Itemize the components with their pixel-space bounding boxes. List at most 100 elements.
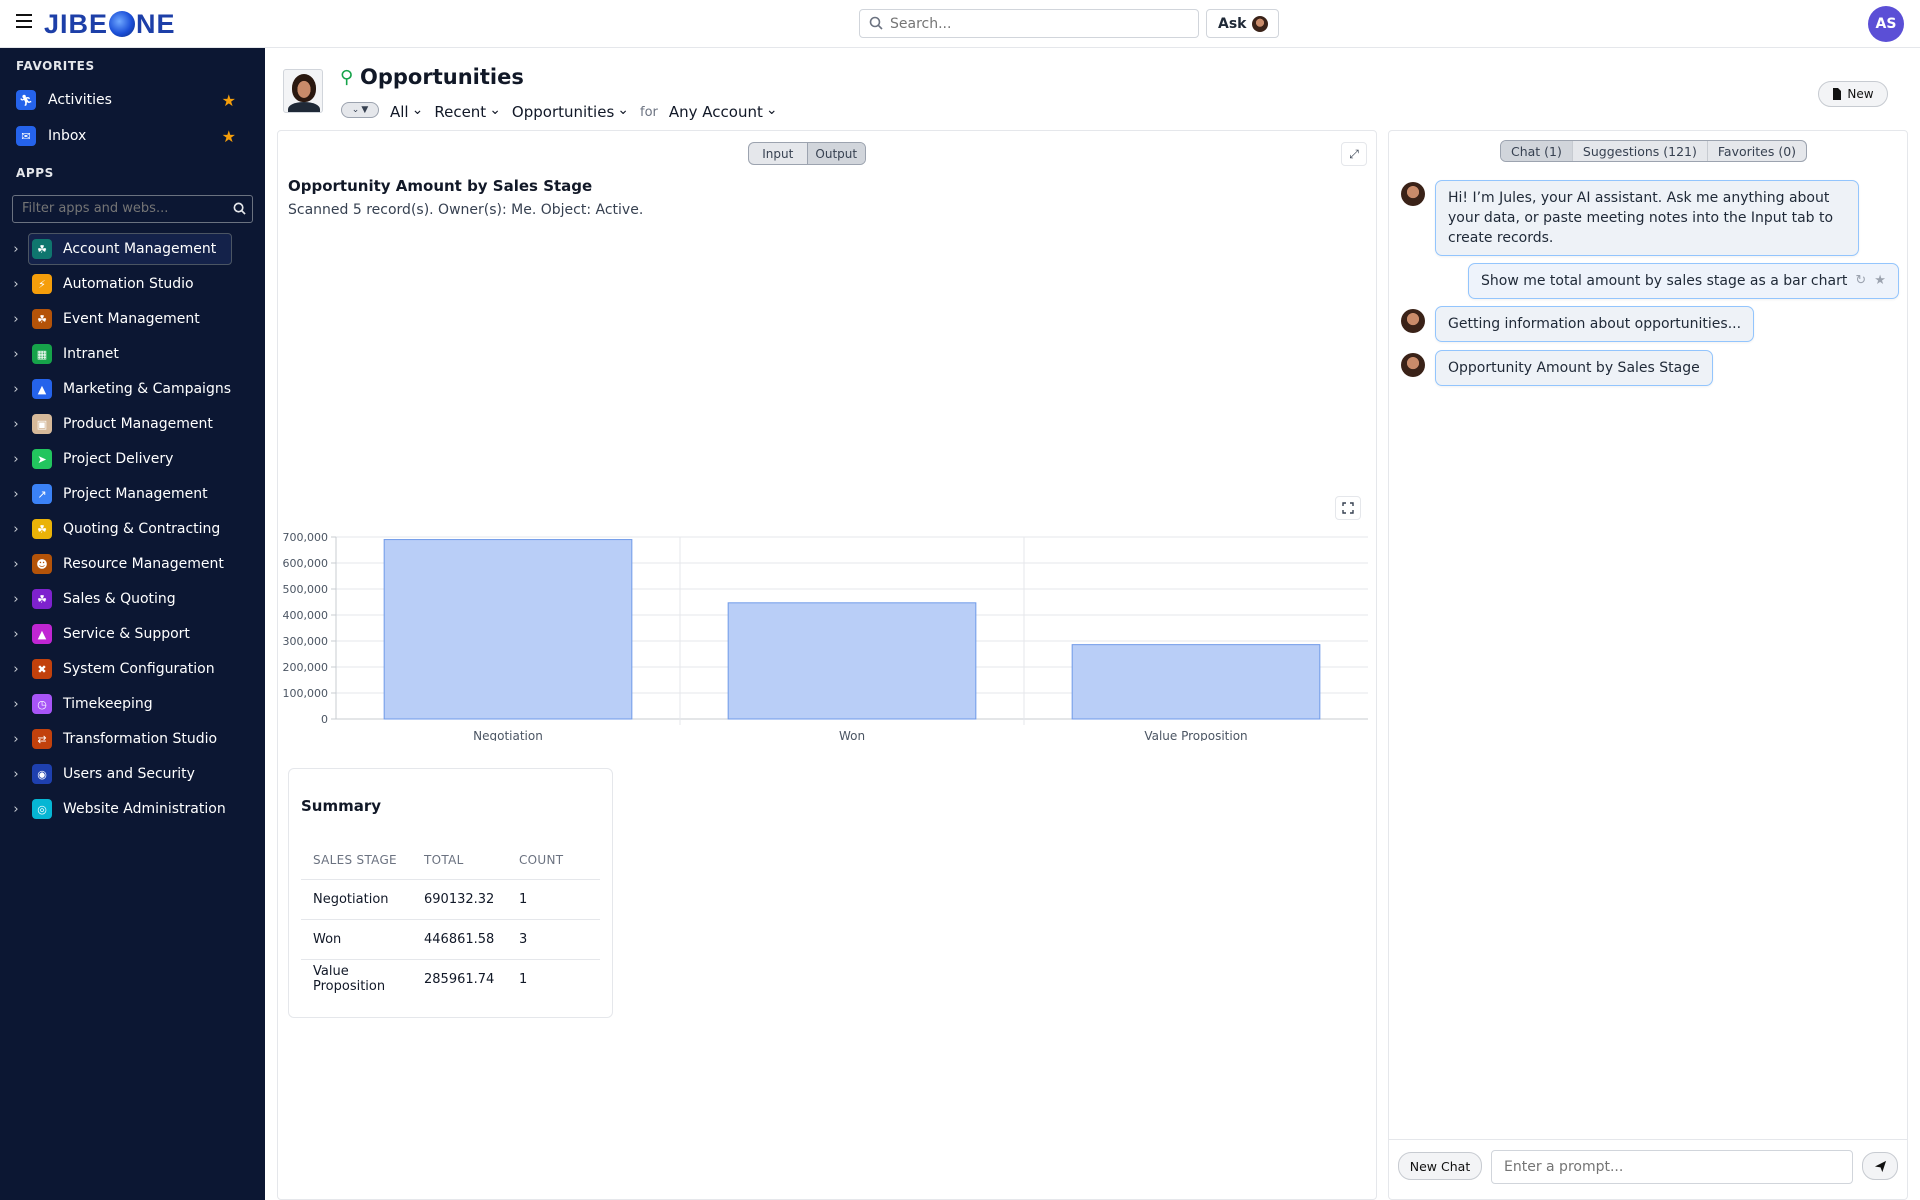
menu-icon[interactable] (16, 14, 32, 34)
document-icon (1833, 88, 1842, 100)
sidebar-item-transformation-studio[interactable]: › ⇄ Transformation Studio (0, 723, 265, 755)
sidebar-item-label: Users and Security (63, 766, 195, 782)
sidebar-item-website-administration[interactable]: › ◎ Website Administration (0, 793, 265, 825)
chevron-right-icon[interactable]: › (0, 522, 32, 537)
new-label: New (1847, 87, 1874, 101)
y-tick-label: 700,000 (283, 531, 329, 544)
hand-coin-icon: ☘ (32, 589, 52, 609)
new-button[interactable]: New (1818, 81, 1888, 107)
chevron-right-icon[interactable]: › (0, 627, 32, 642)
tab-suggestions[interactable]: Suggestions (121) (1571, 141, 1707, 161)
sidebar-item-label: Marketing & Campaigns (63, 381, 231, 397)
selection-toggle[interactable]: ⌄ ▼ (341, 102, 379, 118)
user-message: Show me total amount by sales stage as a… (1468, 263, 1899, 299)
assistant-message[interactable]: Opportunity Amount by Sales Stage (1435, 350, 1713, 386)
chevron-right-icon[interactable]: › (0, 557, 32, 572)
app-filter[interactable] (12, 195, 253, 223)
refresh-icon[interactable]: ↻ (1855, 271, 1866, 291)
arrows-swap-icon: ⇄ (32, 729, 52, 749)
user-avatar[interactable]: AS (1868, 6, 1904, 42)
y-tick-label: 500,000 (283, 583, 329, 596)
star-icon[interactable]: ★ (1874, 271, 1886, 291)
chevron-right-icon[interactable]: › (0, 592, 32, 607)
prompt-field[interactable] (1491, 1150, 1853, 1184)
scope-dropdown[interactable]: All (390, 103, 423, 121)
assistant-avatar-icon (1252, 15, 1269, 32)
megaphone-icon: ▲ (32, 379, 52, 399)
chart-subtitle: Scanned 5 record(s). Owner(s): Me. Objec… (288, 202, 644, 218)
chevron-right-icon[interactable]: › (0, 277, 32, 292)
table-row: Negotiation 690132.32 1 (301, 879, 600, 920)
sidebar-item-timekeeping[interactable]: › ◷ Timekeeping (0, 688, 265, 720)
object-dropdown[interactable]: Opportunities (512, 103, 629, 121)
bar-chart: 0 100,000 200,000 300,000 400,000 500,000 600,… (283, 531, 1368, 741)
chevron-right-icon[interactable]: › (0, 382, 32, 397)
x-tick-label: Negotiation (473, 729, 543, 741)
column-header: TOTAL (412, 841, 507, 880)
chevron-right-icon[interactable]: › (0, 487, 32, 502)
sidebar-item-label: Intranet (63, 346, 119, 362)
chevron-right-icon[interactable]: › (0, 662, 32, 677)
sidebar-item-automation-studio[interactable]: › ⚡ Automation Studio (0, 268, 265, 300)
assistant-avatar-icon (1401, 182, 1425, 206)
chevron-right-icon[interactable]: › (0, 312, 32, 327)
sidebar-item-sales-quoting[interactable]: › ☘ Sales & Quoting (0, 583, 265, 615)
account-dropdown[interactable]: Any Account (669, 103, 778, 121)
favorite-activities[interactable]: 🏃︎ Activities ★ (16, 85, 236, 115)
chevron-right-icon[interactable]: › (0, 732, 32, 747)
sidebar-item-quoting-contracting[interactable]: › ☘ Quoting & Contracting (0, 513, 265, 545)
chat-footer: New Chat (1389, 1139, 1907, 1199)
summary-title: Summary (301, 797, 382, 815)
tab-favorites[interactable]: Favorites (0) (1706, 141, 1806, 161)
search-input[interactable] (890, 14, 1190, 34)
table-row: Won 446861.58 3 (301, 919, 600, 960)
y-tick-label: 200,000 (283, 661, 329, 674)
sidebar-item-label: Quoting & Contracting (63, 521, 221, 537)
summary-card: Summary SALES STAGE TOTAL COUNT Negotiat… (288, 768, 613, 1018)
hand-coin-icon: ☘ (32, 519, 52, 539)
sidebar-item-system-configuration[interactable]: › ✖ System Configuration (0, 653, 265, 685)
page-title: Opportunities (360, 65, 524, 89)
record-owner-avatar (283, 69, 323, 113)
expand-icon[interactable]: ⤢ (1341, 142, 1367, 166)
output-tab[interactable]: Output (806, 143, 865, 164)
chevron-right-icon[interactable]: › (0, 347, 32, 362)
sidebar-item-marketing-campaigns[interactable]: › ▲ Marketing & Campaigns (0, 373, 265, 405)
tab-chat[interactable]: Chat (1) (1501, 141, 1572, 161)
favorite-inbox[interactable]: ✉ Inbox ★ (16, 121, 236, 151)
chevron-right-icon[interactable]: › (0, 417, 32, 432)
chevron-right-icon[interactable]: › (0, 802, 32, 817)
rocket-icon: ➤ (32, 449, 52, 469)
chevron-right-icon[interactable]: › (0, 452, 32, 467)
sidebar-item-service-support[interactable]: › ▲ Service & Support (0, 618, 265, 650)
chevron-right-icon[interactable]: › (0, 697, 32, 712)
sidebar-item-resource-management[interactable]: › ☻ Resource Management (0, 548, 265, 580)
sidebar-item-project-delivery[interactable]: › ➤ Project Delivery (0, 443, 265, 475)
prompt-input[interactable] (1504, 1159, 1834, 1175)
sidebar-item-event-management[interactable]: › ☘ Event Management (0, 303, 265, 335)
sidebar-item-users-and-security[interactable]: › ◉ Users and Security (0, 758, 265, 790)
chart-title: Opportunity Amount by Sales Stage (288, 177, 593, 195)
ask-button[interactable]: Ask (1206, 9, 1279, 38)
sidebar-item-product-management[interactable]: › ▣ Product Management (0, 408, 265, 440)
y-tick-label: 400,000 (283, 609, 329, 622)
global-search[interactable] (859, 9, 1199, 38)
y-tick-label: 300,000 (283, 635, 329, 648)
app-logo[interactable]: JIBE NE (44, 9, 176, 39)
user-message-text: Show me total amount by sales stage as a… (1481, 273, 1848, 289)
send-button[interactable] (1862, 1152, 1898, 1180)
star-icon[interactable]: ★ (222, 91, 236, 110)
app-filter-input[interactable] (22, 201, 222, 216)
new-chat-button[interactable]: New Chat (1398, 1152, 1482, 1180)
input-tab[interactable]: Input (749, 143, 807, 164)
recency-dropdown[interactable]: Recent (434, 103, 501, 121)
sidebar-item-project-management[interactable]: › ↗ Project Management (0, 478, 265, 510)
fullscreen-icon[interactable] (1335, 496, 1361, 520)
chevron-right-icon[interactable]: › (0, 767, 32, 782)
star-icon[interactable]: ★ (222, 127, 236, 146)
chevron-right-icon[interactable]: › (0, 242, 32, 257)
sidebar-item-account-management[interactable]: › ☘ Account Management (0, 233, 265, 265)
sitemap-icon: ▦ (32, 344, 52, 364)
for-label: for (640, 104, 658, 120)
sidebar-item-intranet[interactable]: › ▦ Intranet (0, 338, 265, 370)
